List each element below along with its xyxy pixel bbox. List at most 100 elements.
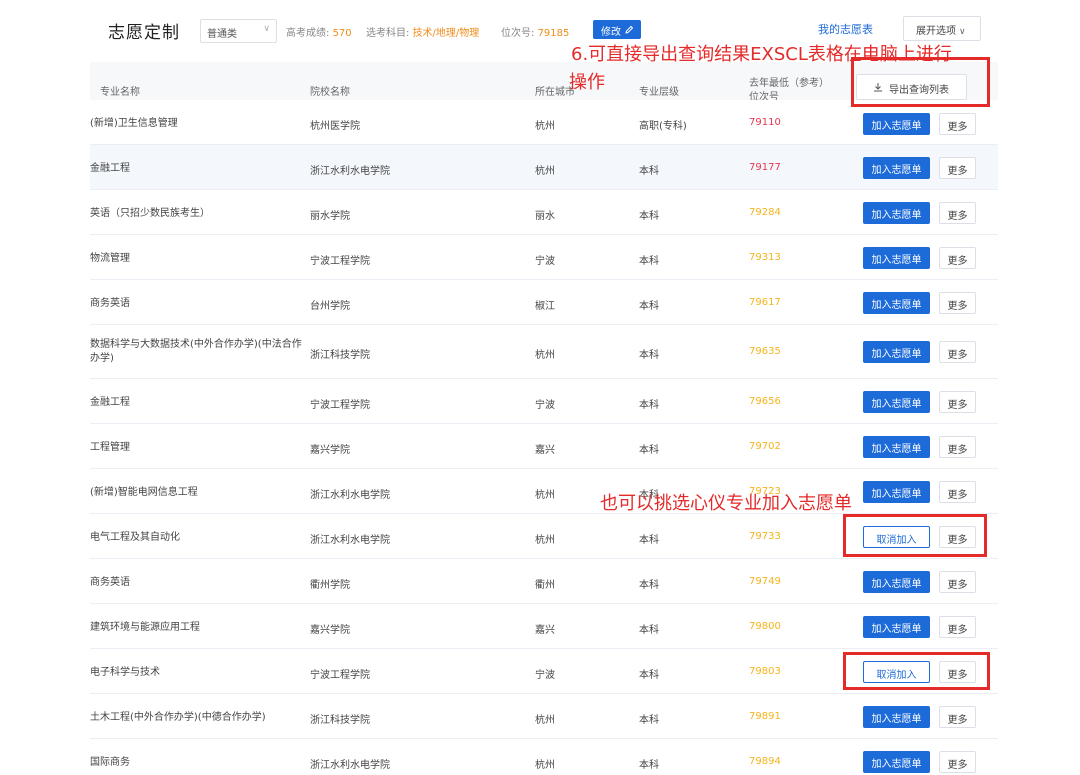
school-name: 宁波工程学院 <box>310 256 370 267</box>
city-name: 丽水 <box>535 211 555 222</box>
cancel-highlight-box-2 <box>843 652 990 690</box>
major-name: 电子科学与技术 <box>90 667 160 678</box>
major-level: 本科 <box>639 256 659 267</box>
type-select[interactable]: 普通类 ∨ <box>200 19 277 43</box>
subjects-info: 选考科目: 技术/地理/物理 <box>366 24 479 39</box>
city-name: 杭州 <box>535 535 555 546</box>
city-name: 宁波 <box>535 256 555 267</box>
city-name: 宁波 <box>535 400 555 411</box>
major-level: 高职(专科) <box>639 121 687 132</box>
city-name: 嘉兴 <box>535 445 555 456</box>
score-value: 570 <box>332 28 352 39</box>
last-year-rank: 79656 <box>749 396 781 407</box>
add-to-list-button[interactable]: 加入志愿单 <box>863 751 930 773</box>
more-button[interactable]: 更多 <box>939 113 976 135</box>
more-button[interactable]: 更多 <box>939 391 976 413</box>
major-name: (新增)智能电网信息工程 <box>90 487 198 498</box>
major-name: 数据科学与大数据技术(中外合作办学)(中法合作办学) <box>90 339 302 364</box>
major-level: 本科 <box>639 400 659 411</box>
more-button[interactable]: 更多 <box>939 292 976 314</box>
more-button[interactable]: 更多 <box>939 481 976 503</box>
major-name: 商务英语 <box>90 298 130 309</box>
more-button[interactable]: 更多 <box>939 157 976 179</box>
table-row: 土木工程(中外合作办学)(中德合作办学) 浙江科技学院 杭州 本科 79891 加入志愿单… <box>90 694 998 739</box>
city-name: 椒江 <box>535 301 555 312</box>
add-to-list-button[interactable]: 加入志愿单 <box>863 247 930 269</box>
last-year-rank: 79894 <box>749 756 781 767</box>
add-to-list-button[interactable]: 加入志愿单 <box>863 292 930 314</box>
last-year-rank: 79733 <box>749 531 781 542</box>
major-level: 本科 <box>639 350 659 361</box>
add-to-list-button[interactable]: 加入志愿单 <box>863 706 930 728</box>
city-name: 杭州 <box>535 166 555 177</box>
table-row: 物流管理 宁波工程学院 宁波 本科 79313 加入志愿单 更多 <box>90 235 998 280</box>
add-to-list-button[interactable]: 加入志愿单 <box>863 571 930 593</box>
city-name: 衢州 <box>535 580 555 591</box>
city-name: 杭州 <box>535 121 555 132</box>
type-select-value: 普通类 <box>207 29 237 40</box>
more-button[interactable]: 更多 <box>939 706 976 728</box>
major-level: 本科 <box>639 670 659 681</box>
add-to-list-button[interactable]: 加入志愿单 <box>863 391 930 413</box>
more-button[interactable]: 更多 <box>939 751 976 773</box>
school-name: 宁波工程学院 <box>310 670 370 681</box>
more-button[interactable]: 更多 <box>939 202 976 224</box>
table-row: 金融工程 宁波工程学院 宁波 本科 79656 加入志愿单 更多 <box>90 379 998 424</box>
table-row: 金融工程 浙江水利水电学院 杭州 本科 79177 加入志愿单 更多 <box>90 145 998 190</box>
more-button[interactable]: 更多 <box>939 436 976 458</box>
last-year-rank: 79110 <box>749 117 781 128</box>
table-row: 商务英语 衢州学院 衢州 本科 79749 加入志愿单 更多 <box>90 559 998 604</box>
major-name: 国际商务 <box>90 757 130 768</box>
city-name: 宁波 <box>535 670 555 681</box>
table-row: 国际商务 浙江水利水电学院 杭州 本科 79894 加入志愿单 更多 <box>90 739 998 775</box>
more-button[interactable]: 更多 <box>939 247 976 269</box>
subjects-label: 选考科目: <box>366 28 410 39</box>
major-name: 商务英语 <box>90 577 130 588</box>
school-name: 浙江科技学院 <box>310 350 370 361</box>
major-level: 本科 <box>639 211 659 222</box>
my-volunteer-list-link[interactable]: 我的志愿表 <box>818 21 873 37</box>
last-year-rank: 79702 <box>749 441 781 452</box>
major-level: 本科 <box>639 760 659 771</box>
major-name: 建筑环境与能源应用工程 <box>90 622 200 633</box>
more-button[interactable]: 更多 <box>939 341 976 363</box>
major-name: (新增)卫生信息管理 <box>90 118 178 129</box>
table-row: 英语（只招少数民族考生） 丽水学院 丽水 本科 79284 加入志愿单 更多 <box>90 190 998 235</box>
school-name: 浙江科技学院 <box>310 715 370 726</box>
major-name: 金融工程 <box>90 163 130 174</box>
expand-options-button[interactable]: 展开选项 ∨ <box>903 16 981 41</box>
school-name: 衢州学院 <box>310 580 350 591</box>
major-level: 本科 <box>639 715 659 726</box>
major-name: 工程管理 <box>90 442 130 453</box>
edit-icon <box>625 25 634 34</box>
city-name: 杭州 <box>535 715 555 726</box>
last-year-rank: 79617 <box>749 297 781 308</box>
more-button[interactable]: 更多 <box>939 616 976 638</box>
more-button[interactable]: 更多 <box>939 571 976 593</box>
add-to-list-button[interactable]: 加入志愿单 <box>863 616 930 638</box>
add-to-list-button[interactable]: 加入志愿单 <box>863 341 930 363</box>
last-year-rank: 79891 <box>749 711 781 722</box>
school-name: 浙江水利水电学院 <box>310 166 390 177</box>
add-to-list-button[interactable]: 加入志愿单 <box>863 157 930 179</box>
cancel-highlight-box-1 <box>843 514 987 557</box>
add-to-list-button[interactable]: 加入志愿单 <box>863 202 930 224</box>
chevron-down-icon: ∨ <box>959 27 966 37</box>
col-rank-header-line1: 去年最低（参考） <box>749 78 829 89</box>
modify-button[interactable]: 修改 <box>593 20 641 39</box>
col-level-header: 专业层级 <box>639 87 679 98</box>
last-year-rank: 79177 <box>749 162 781 173</box>
table-row: (新增)智能电网信息工程 浙江水利水电学院 杭州 本科 79723 加入志愿单 更多 <box>90 469 998 514</box>
city-name: 杭州 <box>535 350 555 361</box>
score-label: 高考成绩: <box>286 28 330 39</box>
col-school-header: 院校名称 <box>310 87 350 98</box>
add-to-list-button[interactable]: 加入志愿单 <box>863 436 930 458</box>
modify-label: 修改 <box>601 27 621 38</box>
add-to-list-button[interactable]: 加入志愿单 <box>863 113 930 135</box>
school-name: 嘉兴学院 <box>310 445 350 456</box>
major-level: 本科 <box>639 625 659 636</box>
score-info: 高考成绩: 570 <box>286 24 352 39</box>
rank-value: 79185 <box>537 28 570 39</box>
add-to-list-button[interactable]: 加入志愿单 <box>863 481 930 503</box>
export-highlight-box <box>851 57 990 107</box>
